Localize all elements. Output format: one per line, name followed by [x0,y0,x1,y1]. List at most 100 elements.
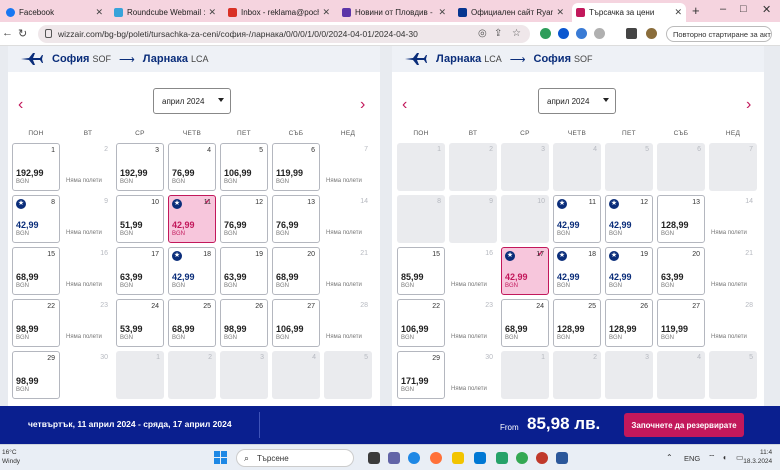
reload-icon[interactable]: ↻ [18,27,27,40]
calendar-day[interactable]: 15 85,99 BGN [397,247,445,295]
close-tab-icon[interactable]: ✕ [95,7,103,18]
calendar-day[interactable]: 5 106,99 BGN [220,143,268,191]
day-number: 5 [259,147,263,154]
close-tab-icon[interactable]: ✕ [556,7,564,18]
calendar-day[interactable]: 27 106,99 BGN [272,299,320,347]
extension-icon[interactable] [558,28,569,39]
calendar-day[interactable]: ★ 18 42,99 BGN [168,247,216,295]
taskbar-search[interactable]: ⌕ Търсене [236,449,354,467]
browser-tab[interactable]: Roundcube Webmail :: Inb✕ [110,3,220,22]
browser-tab-active[interactable]: Търсачка за цени ✕ [572,3,686,22]
calendar-day[interactable]: 1 192,99 BGN [12,143,60,191]
calendar-day[interactable]: 24 53,99 BGN [116,299,164,347]
browser-tab[interactable]: Новини от Пловдив - Акт✕ [338,3,450,22]
start-menu-icon[interactable] [214,451,228,465]
bookmark-star-icon[interactable]: ☆ [512,28,521,39]
close-window-icon[interactable]: ✕ [762,3,771,16]
month-select[interactable]: април 2024 [538,88,616,114]
extensions-puzzle-icon[interactable] [594,28,605,39]
calendar-day-selected[interactable]: ★ ✔ 17 42,99 BGN [501,247,549,295]
prev-month-chevron-icon[interactable]: ‹ [402,96,407,114]
calendar-day[interactable]: 29 171,99 BGN [397,351,445,399]
restart-update-button[interactable]: Повторно стартиране за актуализиране [666,26,772,42]
url-field[interactable]: wizzair.com/bg-bg/poleti/tursachka-za-ce… [38,25,530,43]
calendar-day[interactable]: ★ 19 42,99 BGN [605,247,653,295]
calendar-day: 28 Няма полети [709,299,757,347]
firefox-icon[interactable] [430,452,442,464]
outbound-panel: София SOF ⟶ Ларнака LCA ‹ април 2024 › П… [8,46,380,406]
browser-tab[interactable]: Facebook ✕ [2,3,107,22]
chrome-icon[interactable] [516,452,528,464]
calendar-day[interactable]: 4 76,99 BGN [168,143,216,191]
calendar-day[interactable]: 17 63,99 BGN [116,247,164,295]
browser-tab[interactable]: Inbox - reklama@pochtepe✕ [224,3,334,22]
tray-overflow-icon[interactable]: ⌃ [666,453,673,462]
calendar-day[interactable]: 12 76,99 BGN [220,195,268,243]
volume-icon[interactable]: ◖ [722,453,727,462]
calendar-day[interactable]: 20 68,99 BGN [272,247,320,295]
minimize-icon[interactable]: – [720,3,726,15]
calendar-day[interactable]: ★ 18 42,99 BGN [553,247,601,295]
calendar-day[interactable]: 25 128,99 BGN [553,299,601,347]
day-number: 28 [360,302,368,309]
day-number: 25 [588,303,596,310]
browser-tab[interactable]: Официален сайт Ryanair✕ [454,3,568,22]
close-tab-icon[interactable]: ✕ [322,7,330,18]
calendar-day[interactable]: 29 98,99 BGN [12,351,60,399]
prev-month-chevron-icon[interactable]: ‹ [18,96,23,114]
maximize-icon[interactable]: □ [740,3,747,15]
close-tab-icon[interactable]: ✕ [208,7,216,18]
calendar-day[interactable]: 26 98,99 BGN [220,299,268,347]
start-booking-button[interactable]: Започнете да резервирате [624,413,744,437]
extension-icon[interactable] [540,28,551,39]
calendar-day[interactable]: 15 68,99 BGN [12,247,60,295]
tab-label: Roundcube Webmail :: Inb [127,8,206,17]
task-view-icon[interactable] [368,452,380,464]
site-info-icon[interactable] [45,29,52,38]
app-icon[interactable] [536,452,548,464]
month-select[interactable]: април 2024 [153,88,231,114]
side-panel-icon[interactable] [626,28,637,39]
currency: BGN [661,283,675,289]
store-icon[interactable] [474,452,486,464]
extension-icon[interactable] [576,28,587,39]
calendar-day[interactable]: 25 68,99 BGN [168,299,216,347]
calendar-day[interactable]: 24 68,99 BGN [501,299,549,347]
calendar-day[interactable]: 20 63,99 BGN [657,247,705,295]
calendar-day[interactable]: ★ 12 42,99 BGN [605,195,653,243]
teams-icon[interactable] [388,452,400,464]
next-month-chevron-icon[interactable]: › [360,96,365,114]
calendar-day[interactable]: ★ 11 42,99 BGN [553,195,601,243]
calendar-day[interactable]: ★ 8 42,99 BGN [12,195,60,243]
calendar-day[interactable]: 6 119,99 BGN [272,143,320,191]
system-clock[interactable]: 11:4 18.3.2024 [743,448,772,466]
calendar-day[interactable]: 22 98,99 BGN [12,299,60,347]
calendar-day[interactable]: 26 128,99 BGN [605,299,653,347]
next-month-chevron-icon[interactable]: › [746,96,751,114]
close-tab-icon[interactable]: ✕ [674,7,682,18]
edge-icon[interactable] [408,452,420,464]
calendar-day[interactable]: 3 192,99 BGN [116,143,164,191]
new-tab-icon[interactable]: + [692,3,700,18]
back-icon[interactable]: ← [2,27,13,39]
calendar-day[interactable]: 13 128,99 BGN [657,195,705,243]
profile-avatar[interactable] [646,28,657,39]
app-icon[interactable] [496,452,508,464]
input-language[interactable]: ENG [684,454,700,463]
tracking-icon[interactable]: ◎ [478,28,487,39]
calendar-day[interactable]: 10 51,99 BGN [116,195,164,243]
currency: BGN [120,179,134,185]
close-tab-icon[interactable]: ✕ [438,7,446,18]
calendar-day[interactable]: 19 63,99 BGN [220,247,268,295]
wifi-icon[interactable]: ⌔ [708,453,716,463]
weather-widget[interactable]: 16°C Windy [2,448,20,466]
calendar-day-selected[interactable]: ★ ✔ 11 42,99 BGN [168,195,216,243]
word-icon[interactable] [556,452,568,464]
file-explorer-icon[interactable] [452,452,464,464]
share-icon[interactable]: ⇪ [494,28,502,39]
calendar-day[interactable]: 27 119,99 BGN [657,299,705,347]
day-number: 4 [312,354,316,361]
day-number: 24 [536,303,544,310]
calendar-day[interactable]: 22 106,99 BGN [397,299,445,347]
calendar-day[interactable]: 13 76,99 BGN [272,195,320,243]
